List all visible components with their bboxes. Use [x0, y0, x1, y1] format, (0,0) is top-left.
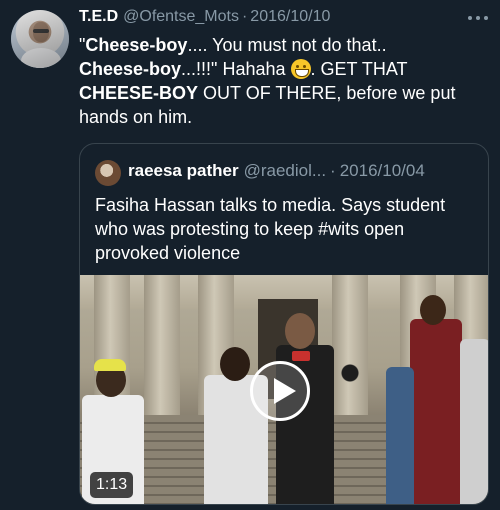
tweet-text: "Cheese-boy.... You must not do that.. Ch…	[79, 35, 456, 127]
quoted-avatar[interactable]	[95, 160, 121, 186]
more-options-icon[interactable]	[468, 14, 488, 22]
play-icon[interactable]	[250, 361, 310, 421]
quoted-tweet-header: raeesa pather @raediol... · 2016/10/04	[128, 161, 425, 181]
tweet-date[interactable]: 2016/10/10	[250, 8, 330, 26]
bold-text: CHEESE-BOY	[79, 83, 199, 103]
tweet[interactable]: T.E.D @Ofentse_Mots · 2016/10/10 "Cheese…	[0, 0, 500, 510]
quoted-tweet-date: 2016/10/04	[339, 161, 425, 180]
grinning-face-emoji-icon	[290, 59, 311, 79]
quoted-user-handle: @raediol...	[243, 161, 327, 180]
display-name[interactable]: T.E.D	[79, 8, 118, 26]
bold-text: Cheese-boy	[85, 35, 188, 55]
user-handle[interactable]: @Ofentse_Mots	[123, 8, 239, 26]
avatar[interactable]	[11, 10, 69, 68]
video-thumbnail[interactable]: 1:13	[80, 275, 488, 504]
separator-dot: ·	[241, 8, 248, 25]
separator-dot: ·	[330, 161, 336, 180]
tweet-header: T.E.D @Ofentse_Mots · 2016/10/10	[79, 8, 330, 30]
video-duration: 1:13	[90, 472, 134, 498]
bold-text: Cheese-boy	[79, 59, 182, 79]
quoted-tweet[interactable]: raeesa pather @raediol... · 2016/10/04 F…	[79, 143, 489, 505]
quoted-tweet-text: Fasiha Hassan talks to media. Says stude…	[95, 195, 446, 263]
quoted-display-name: raeesa pather	[128, 161, 239, 180]
